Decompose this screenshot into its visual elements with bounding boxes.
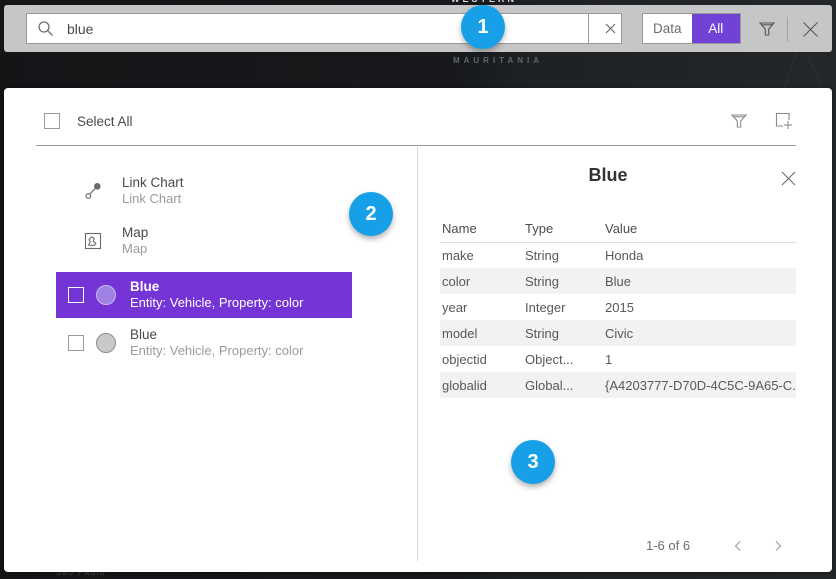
map-icon [84, 232, 102, 250]
table-header-row: Name Type Value [440, 216, 796, 242]
search-box [26, 13, 622, 44]
result-text: Link Chart Link Chart [122, 175, 184, 207]
entity-dot-icon [96, 333, 116, 353]
search-input[interactable] [65, 20, 588, 38]
data-all-toggle: Data All [642, 13, 741, 44]
result-text: Map Map [122, 225, 148, 257]
cell-type: String [524, 320, 604, 346]
pagination-next-button[interactable] [768, 536, 788, 556]
cell-value: Honda [604, 242, 796, 268]
results-filter-button[interactable] [727, 109, 751, 133]
result-row-blue[interactable]: Blue Entity: Vehicle, Property: color [56, 320, 352, 366]
table-row: globalid Global... {A4203777-D70D-4C5C-9… [440, 372, 796, 398]
details-close-button[interactable] [776, 166, 800, 190]
cell-name: objectid [440, 346, 524, 372]
table-row: objectid Object... 1 [440, 346, 796, 372]
select-all-label: Select All [77, 114, 133, 129]
add-to-selection-button[interactable] [772, 109, 796, 133]
list-details-divider [417, 147, 418, 561]
result-row-link-chart[interactable]: Link Chart Link Chart [56, 168, 352, 214]
close-x-icon [781, 171, 796, 186]
cell-value: {A4203777-D70D-4C5C-9A65-C... [604, 372, 796, 398]
details-title: Blue [440, 165, 776, 186]
cell-type: String [524, 242, 604, 268]
table-row: year Integer 2015 [440, 294, 796, 320]
chevron-left-icon [731, 539, 745, 553]
filter-funnel-icon [758, 20, 776, 38]
col-header-type: Type [524, 216, 604, 242]
col-header-name: Name [440, 216, 524, 242]
col-header-value: Value [604, 216, 796, 242]
result-title: Blue [130, 279, 303, 295]
pagination-label: 1-6 of 6 [646, 538, 690, 553]
search-clear-button[interactable] [588, 14, 621, 43]
table-row: color String Blue [440, 268, 796, 294]
toggle-option-data[interactable]: Data [643, 14, 692, 43]
attributes-table: Name Type Value make String Honda color … [440, 216, 796, 398]
map-label-mauritania: MAURITANIA [408, 56, 588, 65]
entity-dot-icon [96, 285, 116, 305]
table-row: make String Honda [440, 242, 796, 268]
toggle-option-all[interactable]: All [692, 14, 741, 43]
cell-value: Civic [604, 320, 796, 346]
result-row-map[interactable]: Map Map [56, 218, 352, 264]
toolbar-divider [787, 17, 788, 42]
cell-type: String [524, 268, 604, 294]
cell-type: Global... [524, 372, 604, 398]
search-toolbar: Data All [4, 5, 832, 52]
cell-value: 1 [604, 346, 796, 372]
search-filter-button[interactable] [755, 17, 779, 41]
result-text: Blue Entity: Vehicle, Property: color [130, 279, 303, 311]
close-x-icon [802, 21, 819, 38]
callout-2: 2 [349, 192, 393, 236]
result-row-blue-selected[interactable]: Blue Entity: Vehicle, Property: color [56, 272, 352, 318]
filter-funnel-icon [730, 112, 748, 130]
cell-name: color [440, 268, 524, 294]
result-title: Map [122, 225, 148, 241]
result-subtitle: Link Chart [122, 191, 184, 207]
search-close-button[interactable] [798, 17, 822, 41]
cell-value: Blue [604, 268, 796, 294]
map-label-western: WESTERN [424, 0, 544, 4]
callout-3: 3 [511, 440, 555, 484]
clear-x-icon [605, 23, 616, 34]
select-all-control: Select All [44, 113, 133, 129]
square-plus-icon [774, 111, 794, 131]
cell-name: year [440, 294, 524, 320]
result-checkbox[interactable] [68, 287, 84, 303]
cell-name: model [440, 320, 524, 346]
table-row: model String Civic [440, 320, 796, 346]
chevron-right-icon [771, 539, 785, 553]
result-subtitle: Map [122, 241, 148, 257]
search-icon [37, 20, 54, 37]
result-checkbox[interactable] [68, 335, 84, 351]
cell-name: globalid [440, 372, 524, 398]
link-chart-icon [84, 182, 102, 200]
cell-type: Object... [524, 346, 604, 372]
result-title: Blue [130, 327, 303, 343]
pagination-prev-button[interactable] [728, 536, 748, 556]
result-text: Blue Entity: Vehicle, Property: color [130, 327, 303, 359]
callout-1: 1 [461, 5, 505, 49]
result-subtitle: Entity: Vehicle, Property: color [130, 343, 303, 359]
cell-type: Integer [524, 294, 604, 320]
result-subtitle: Entity: Vehicle, Property: color [130, 295, 303, 311]
panel-header-divider [36, 145, 796, 146]
result-title: Link Chart [122, 175, 184, 191]
cell-value: 2015 [604, 294, 796, 320]
cell-name: make [440, 242, 524, 268]
screen: WESTERN MAURITANIA São Paulo Data All [0, 0, 836, 579]
select-all-checkbox[interactable] [44, 113, 60, 129]
